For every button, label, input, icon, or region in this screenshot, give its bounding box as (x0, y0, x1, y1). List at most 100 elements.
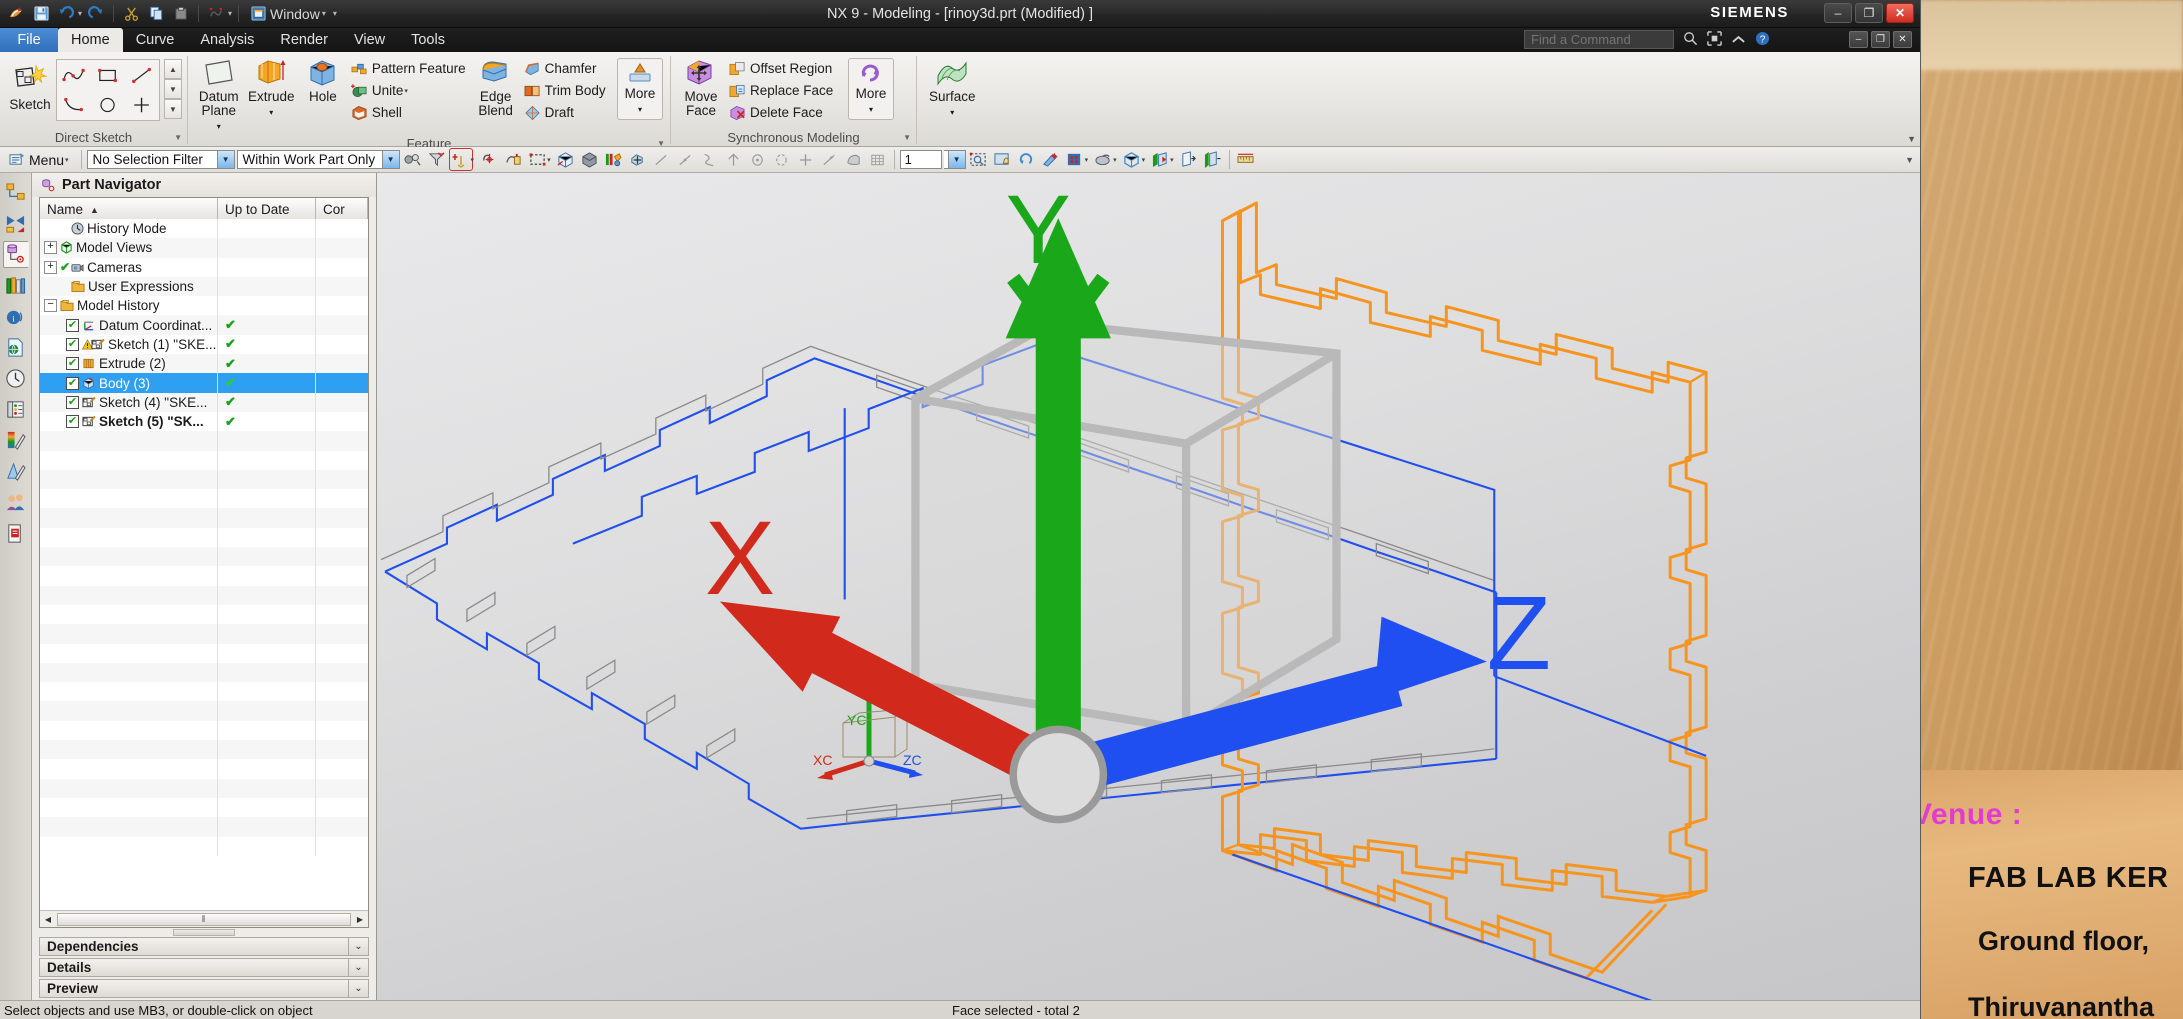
system-materials-icon[interactable] (3, 427, 29, 454)
scroll-right-icon[interactable]: ▶ (352, 912, 368, 927)
scroll-thumb[interactable]: ⦀ (57, 912, 351, 926)
orientation-triad[interactable]: Y X Z (377, 173, 1920, 1000)
datum-plane-button[interactable]: Datum Plane ▾ (195, 56, 243, 136)
view-orient-icon[interactable] (1121, 149, 1143, 170)
point-on-face-icon[interactable] (843, 149, 865, 170)
extrude-button[interactable]: Extrude ▾ (246, 56, 297, 122)
circle-icon[interactable] (91, 90, 125, 120)
tree-row-model-views[interactable]: + Model Views (40, 238, 368, 258)
qat-overflow-icon[interactable]: ▾ (333, 9, 337, 18)
tree-row-sketch-4-ske[interactable]: Sketch (4) "SKE... ✔ (40, 392, 368, 412)
tab-curve[interactable]: Curve (123, 28, 188, 52)
section-details[interactable]: Details ⌄ (39, 958, 369, 977)
feature-checkbox[interactable] (66, 415, 79, 429)
trim-body-button[interactable]: Trim Body (522, 80, 614, 101)
palette-scroll-up-icon[interactable]: ▲ (164, 59, 182, 79)
expand-icon[interactable]: + (44, 241, 57, 255)
selection-filter-dropdown-icon[interactable]: ▼ (216, 151, 234, 168)
zoom-icon[interactable] (992, 149, 1014, 170)
measure-icon[interactable] (1235, 149, 1257, 170)
search-icon[interactable] (1683, 31, 1698, 49)
undo-icon[interactable] (55, 3, 77, 25)
feature-checkbox[interactable] (66, 357, 79, 371)
delete-face-button[interactable]: Delete Face (727, 102, 845, 123)
help-icon[interactable]: ? (1755, 31, 1770, 49)
tab-home[interactable]: Home (58, 28, 123, 52)
feature-checkbox[interactable] (66, 376, 79, 390)
tab-render[interactable]: Render (267, 28, 341, 52)
process-studio-icon[interactable] (3, 396, 29, 423)
ribbon-collapse-icon[interactable]: ▼ (1907, 134, 1916, 144)
control-point-icon[interactable] (699, 149, 721, 170)
hd3d-tools-icon[interactable]: i (3, 303, 29, 330)
unite-button[interactable]: Unite ▾ (349, 80, 470, 101)
tab-view[interactable]: View (341, 28, 398, 52)
point-snap-icon[interactable] (448, 148, 473, 171)
datum-plane-dropdown-icon[interactable]: ▾ (217, 122, 221, 131)
feature-checkbox[interactable] (66, 395, 79, 409)
tree-row-datum-coordinat[interactable]: Datum Coordinat... ✔ (40, 315, 368, 335)
cut-icon[interactable] (120, 3, 142, 25)
doc-minimize-button[interactable]: – (1849, 31, 1868, 48)
collapse-icon[interactable]: − (44, 299, 57, 313)
feature-checkbox[interactable] (66, 337, 79, 351)
rectangle-icon[interactable] (91, 60, 125, 90)
rotate-icon[interactable] (1016, 149, 1038, 170)
menu-button[interactable]: Menu ▾ (4, 151, 76, 169)
tree-row-model-history[interactable]: − Model History (40, 296, 368, 316)
quadrant-icon[interactable] (771, 149, 793, 170)
render-style-dropdown-icon[interactable]: ▾ (1113, 156, 1117, 164)
redo-icon[interactable] (85, 3, 107, 25)
history-icon[interactable] (3, 365, 29, 392)
unite-dropdown-icon[interactable]: ▾ (404, 87, 408, 95)
style-dropdown-icon[interactable]: ▾ (1085, 156, 1089, 164)
system-visual-icon[interactable] (3, 520, 29, 547)
arc-icon[interactable] (57, 90, 91, 120)
surface-dropdown-icon[interactable]: ▾ (950, 108, 954, 117)
midpoint-snap-icon[interactable] (675, 149, 697, 170)
reuse-library-icon[interactable] (3, 272, 29, 299)
tree-row-body-3[interactable]: Body (3) ✔ (40, 373, 368, 393)
tree-body[interactable]: History Mode + Model Views + ✔ Cameras User Ex… (40, 219, 368, 910)
nx-logo-icon[interactable] (5, 3, 27, 25)
undo-dropdown-icon[interactable]: ▾ (78, 9, 82, 18)
layer-input[interactable] (899, 150, 942, 169)
pattern-feature-button[interactable]: Pattern Feature (349, 58, 470, 79)
endpoint-snap-icon[interactable] (651, 149, 673, 170)
surface-button[interactable]: Surface ▾ (924, 56, 981, 122)
move-face-button[interactable]: Move Face (678, 56, 724, 120)
command-finder-icon[interactable] (1707, 30, 1722, 49)
arc-center-icon[interactable] (747, 149, 769, 170)
restore-button[interactable]: ❐ (1855, 3, 1883, 23)
draft-button[interactable]: Draft (522, 102, 614, 123)
details-chevron-down-icon[interactable]: ⌄ (348, 959, 368, 976)
column-header-comment[interactable]: Cor (316, 198, 368, 219)
sync-dialog-launcher-icon[interactable]: ▼ (903, 133, 911, 142)
roles-icon[interactable] (3, 489, 29, 516)
extrude-dropdown-icon[interactable]: ▾ (269, 108, 273, 117)
layer-dropdown-icon[interactable]: ▼ (947, 151, 965, 168)
view-orient-dropdown-icon[interactable]: ▾ (1142, 156, 1146, 164)
edge-blend-button[interactable]: Edge Blend (473, 56, 519, 120)
point-snap-dropdown-icon[interactable]: ▾ (471, 156, 475, 164)
palette-scroll-down-icon[interactable]: ▼ (164, 79, 182, 99)
web-browser-icon[interactable] (3, 334, 29, 361)
move-object-icon[interactable] (627, 149, 649, 170)
render-style-icon[interactable] (1092, 149, 1114, 170)
selection-filter-combo[interactable]: No Selection Filter ▼ (86, 150, 235, 169)
section-dropdown-icon[interactable]: ▾ (1170, 156, 1174, 164)
hole-button[interactable]: Hole (300, 56, 346, 106)
tree-row-user-expressions[interactable]: User Expressions (40, 276, 368, 297)
point-icon[interactable] (125, 90, 159, 120)
copy-icon[interactable] (145, 3, 167, 25)
graphics-viewport[interactable]: YC XC ZC Y X Z (377, 173, 1920, 1000)
pan-icon[interactable] (1040, 149, 1062, 170)
tab-analysis[interactable]: Analysis (187, 28, 267, 52)
replace-face-button[interactable]: Replace Face (727, 80, 845, 101)
tree-row-cameras[interactable]: + ✔ Cameras (40, 257, 368, 277)
rectangle-select-icon[interactable] (526, 149, 548, 170)
clip-back-icon[interactable] (1202, 149, 1224, 170)
section-preview[interactable]: Preview ⌄ (39, 979, 369, 998)
intersection-icon[interactable] (723, 149, 745, 170)
scroll-left-icon[interactable]: ◀ (40, 912, 56, 927)
